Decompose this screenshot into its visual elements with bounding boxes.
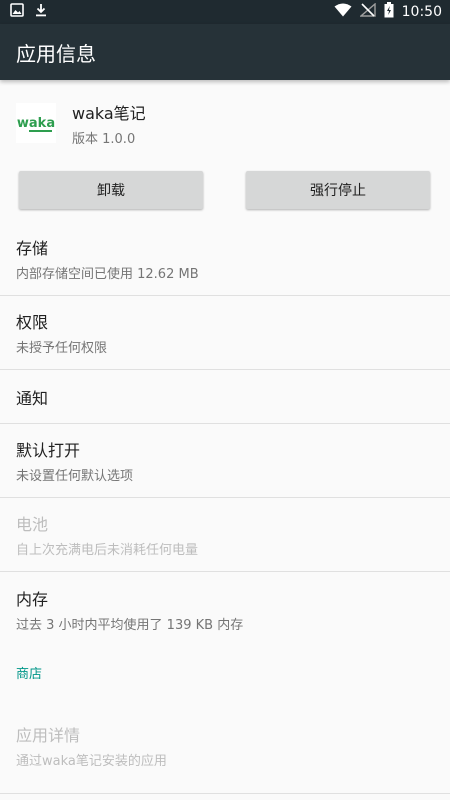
app-icon-text: waka <box>16 115 56 131</box>
wifi-icon <box>334 3 352 21</box>
open-by-default-item[interactable]: 默认打开 未设置任何默认选项 <box>0 424 450 498</box>
app-details-summary: 通过waka笔记安装的应用 <box>16 754 167 769</box>
app-meta: waka笔记 版本 1.0.0 <box>72 100 146 147</box>
memory-item[interactable]: 内存 过去 3 小时内平均使用了 139 KB 内存 <box>0 572 450 646</box>
action-buttons: 卸载 强行停止 <box>0 166 450 222</box>
battery-summary: 自上次充满电后未消耗任何电量 <box>16 543 199 558</box>
open-by-default-title: 默认打开 <box>16 441 81 460</box>
waka-app-icon: waka <box>16 103 56 143</box>
permissions-title: 权限 <box>16 313 49 332</box>
app-icon-underline <box>29 130 52 132</box>
open-by-default-summary: 未设置任何默认选项 <box>16 469 134 484</box>
storage-summary: 内部存储空间已使用 12.62 MB <box>16 267 199 282</box>
app-header: waka waka笔记 版本 1.0.0 <box>0 80 450 166</box>
app-name: waka笔记 <box>72 103 146 123</box>
battery-title: 电池 <box>16 515 49 534</box>
no-signal-icon <box>358 2 376 21</box>
battery-icon <box>384 2 394 22</box>
app-version: 版本 1.0.0 <box>72 131 136 147</box>
uninstall-button[interactable]: 卸载 <box>19 171 203 209</box>
download-icon <box>34 3 48 21</box>
storage-item[interactable]: 存储 内部存储空间已使用 12.62 MB <box>0 222 450 296</box>
permissions-summary: 未授予任何权限 <box>16 341 108 356</box>
storage-title: 存储 <box>16 239 49 258</box>
app-details-title: 应用详情 <box>16 726 81 745</box>
page-title: 应用信息 <box>16 41 96 66</box>
force-stop-button[interactable]: 强行停止 <box>246 171 430 209</box>
image-icon <box>10 3 24 21</box>
store-category: 商店 <box>16 666 43 682</box>
memory-title: 内存 <box>16 589 49 609</box>
memory-summary: 过去 3 小时内平均使用了 139 KB 内存 <box>16 617 244 633</box>
battery-item: 电池 自上次充满电后未消耗任何电量 <box>0 498 450 572</box>
app-bar: 应用信息 <box>0 24 450 80</box>
status-bar: 10:50 <box>0 0 450 24</box>
status-time: 10:50 <box>401 4 442 20</box>
content: waka waka笔记 版本 1.0.0 卸载 强行停止 存储 内部存储空间已使… <box>0 80 450 794</box>
notifications-title: 通知 <box>16 388 49 408</box>
app-details-item: 应用详情 通过waka笔记安装的应用 <box>0 698 450 794</box>
notifications-item[interactable]: 通知 <box>0 370 450 424</box>
permissions-item[interactable]: 权限 未授予任何权限 <box>0 296 450 370</box>
